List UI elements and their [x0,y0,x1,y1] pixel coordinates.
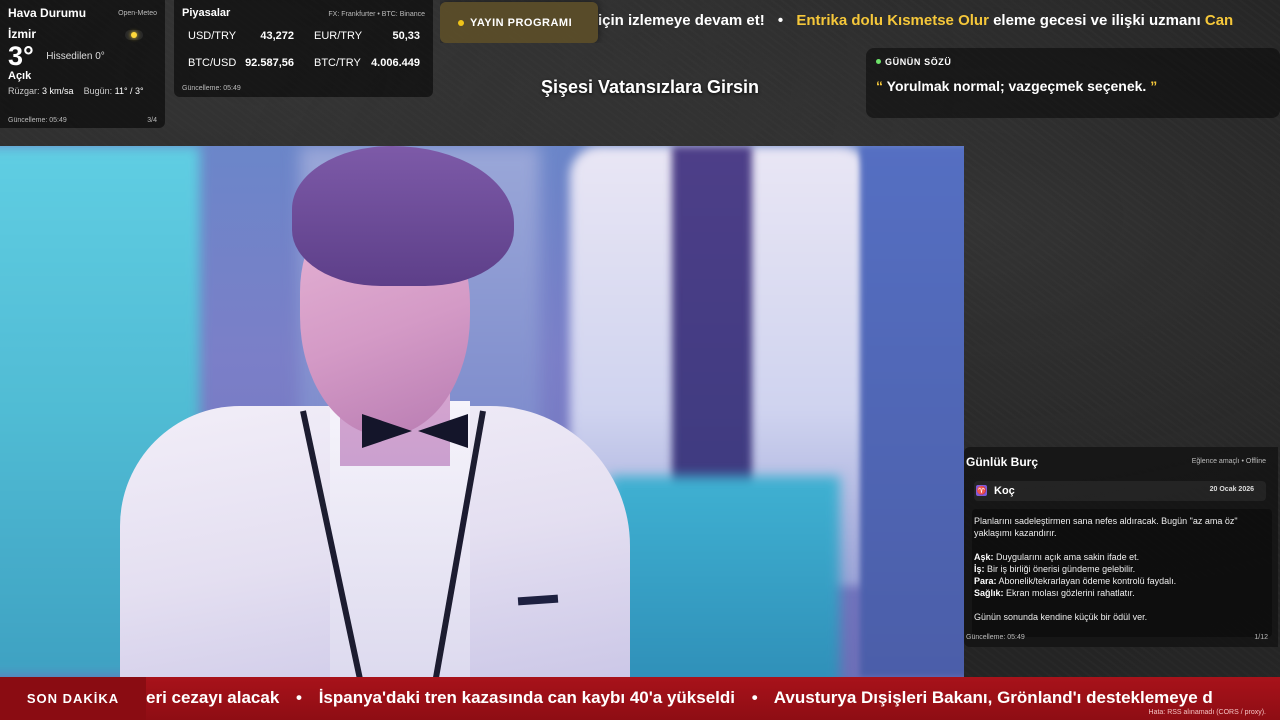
live-dot-icon [458,19,464,26]
horoscope-closing: Günün sonunda kendine küçük bir ödül ver… [974,612,1148,622]
program-ticker-text: için izlemeye devam et! • Entrika dolu K… [598,12,1233,29]
program-ticker: YAYIN PROGRAMI için izlemeye devam et! •… [440,0,1280,43]
rate-btc-try: BTC/TRY 4.006.449 [308,53,426,73]
quote-label: GÜNÜN SÖZÜ [876,57,1270,67]
breaking-news-ticker: eri cezayı alacak • İspanya'daki tren ka… [146,688,1213,708]
video-background-person-legs [610,476,840,677]
ticker-segment: için izlemeye devam et! [598,12,765,29]
horoscope-body: Planlarını sadeleştirmen sana nefes aldı… [972,509,1272,637]
news-item: Avusturya Dışişleri Bakanı, Grönland'ı d… [773,688,1213,707]
horoscope-health: Sağlık: Ekran molası gözlerini rahatlatı… [974,587,1270,599]
status-dot-icon [876,59,881,64]
horoscope-sign: Koç [994,485,1015,497]
video-background-right [860,146,964,677]
horoscope-work-text: Bir iş birliği önerisi gündeme gelebilir… [987,564,1136,574]
rate-pair: USD/TRY [188,30,237,42]
horoscope-work: İş: Bir iş birliği önerisi gündeme geleb… [974,563,1270,575]
rate-usd-try: USD/TRY 43,272 [182,26,300,46]
rate-pair: BTC/USD [188,57,237,69]
horoscope-love: Aşk: Duygularını açık ama sakin ifade et… [974,551,1270,563]
markets-source: FX: Frankfurter • BTC: Binance [328,11,425,18]
aries-icon: ♈ [976,485,987,496]
program-schedule-label: YAYIN PROGRAMI [470,16,573,29]
horoscope-money-label: Para: [974,576,997,586]
quote-close-mark: ” [1150,78,1158,94]
breaking-news-bar: SON DAKİKA eri cezayı alacak • İspanya'd… [0,677,1280,720]
horoscope-updated: Güncelleme: 05:49 [966,634,1025,641]
news-separator: • [751,688,758,707]
video-frame[interactable] [0,146,964,677]
sun-icon [125,30,143,40]
weather-temperature: 3° [8,41,34,71]
news-item: İspanya'daki tren kazasında can kaybı 40… [318,688,735,707]
rate-value: 92.587,56 [245,57,294,69]
weather-source: Open-Meteo [118,10,157,17]
program-schedule-button[interactable]: YAYIN PROGRAMI [440,2,598,43]
horoscope-panel: Günlük Burç Eğlence amaçlı • Offline ♈ K… [964,447,1278,647]
horoscope-money: Para: Abonelik/tekrarlayan ödeme kontrol… [974,575,1270,587]
horoscope-health-text: Ekran molası gözlerini rahatlatır. [1006,588,1135,598]
news-separator: • [296,688,302,707]
rate-pair: BTC/TRY [314,57,361,69]
ticker-highlight: Can [1204,12,1234,29]
ticker-highlight: Entrika dolu Kısmetse Olur [796,12,989,29]
horoscope-title: Günlük Burç [966,455,1039,469]
horoscope-card: ♈ Koç 20 Ocak 2026 Planlarını sadeleştir… [966,473,1272,649]
rate-eur-try: EUR/TRY 50,33 [308,26,426,46]
weather-panel: Hava Durumu Open-Meteo İzmir 3° Hissedil… [0,0,165,128]
horoscope-sign-row: ♈ Koç 20 Ocak 2026 [974,481,1266,501]
rate-value: 4.006.449 [371,57,420,69]
horoscope-page-indicator: 1/12 [1254,634,1268,641]
news-item: eri cezayı alacak [146,688,280,707]
horoscope-intro: Planlarını sadeleştirmen sana nefes aldı… [974,516,1238,538]
quote-body: Yorulmak normal; vazgeçmek seçenek. [886,78,1147,94]
rss-error-message: Hata: RSS alınamadı (CORS / proxy). [1148,709,1266,716]
quote-panel: GÜNÜN SÖZÜ “ Yorulmak normal; vazgeçmek … [866,48,1280,118]
ticker-segment: eleme gecesi ve ilişki uzmanı [993,12,1201,29]
horoscope-love-label: Aşk: [974,552,994,562]
video-subject-bowtie [362,414,468,450]
quote-label-text: GÜNÜN SÖZÜ [885,57,952,67]
horoscope-money-text: Abonelik/tekrarlayan ödeme kontrolü fayd… [998,576,1177,586]
horoscope-date: 20 Ocak 2026 [1209,486,1254,493]
rate-pair: EUR/TRY [314,30,363,42]
ticker-separator: • [777,12,784,29]
weather-page-indicator: 3/4 [147,117,157,124]
quote-open-mark: “ [876,78,883,94]
horoscope-love-text: Duygularını açık ama sakin ifade et. [996,552,1140,562]
rate-btc-usd: BTC/USD 92.587,56 [182,53,300,73]
weather-feels-like: Hissedilen 0° [46,51,105,62]
breaking-news-label: SON DAKİKA [0,677,146,720]
horoscope-health-label: Sağlık: [974,588,1004,598]
horoscope-work-label: İş: [974,564,985,574]
rate-value: 43,272 [260,30,294,42]
quote-text: “ Yorulmak normal; vazgeçmek seçenek. ” [876,78,1270,94]
horoscope-note: Eğlence amaçlı • Offline [1191,458,1266,465]
weather-updated: Güncelleme: 05:49 [8,117,67,124]
rate-value: 50,33 [392,30,420,42]
